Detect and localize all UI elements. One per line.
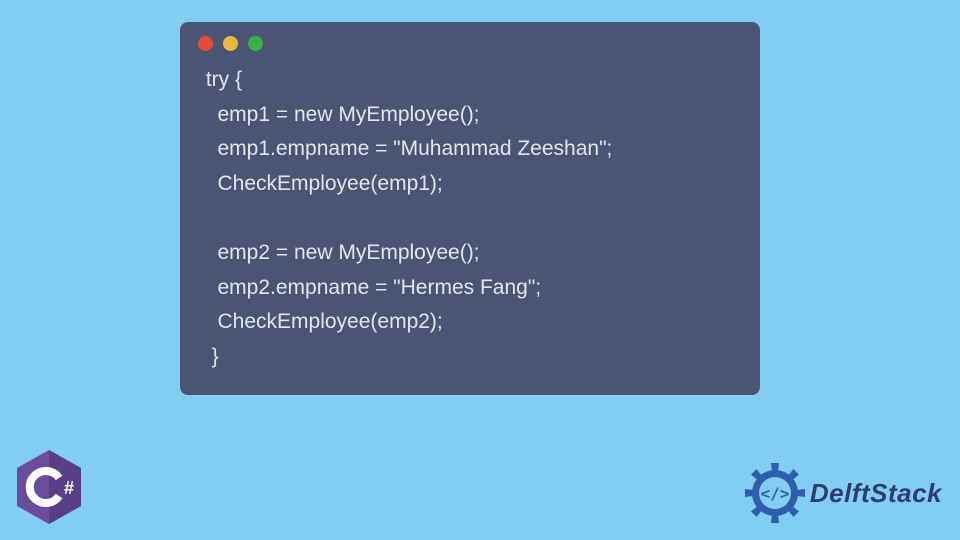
- code-block: try { emp1 = new MyEmployee(); emp1.empn…: [180, 59, 760, 379]
- maximize-dot-icon: [248, 36, 263, 51]
- svg-text:</>: </>: [760, 484, 789, 503]
- close-dot-icon: [198, 36, 213, 51]
- csharp-logo-icon: #: [14, 448, 84, 526]
- delftstack-text: DelftStack: [810, 478, 942, 509]
- delftstack-gear-icon: </>: [744, 462, 806, 524]
- delftstack-logo: </> DelftStack: [744, 462, 942, 524]
- code-window: try { emp1 = new MyEmployee(); emp1.empn…: [180, 22, 760, 395]
- svg-text:#: #: [64, 478, 74, 498]
- minimize-dot-icon: [223, 36, 238, 51]
- window-traffic-lights: [180, 22, 760, 59]
